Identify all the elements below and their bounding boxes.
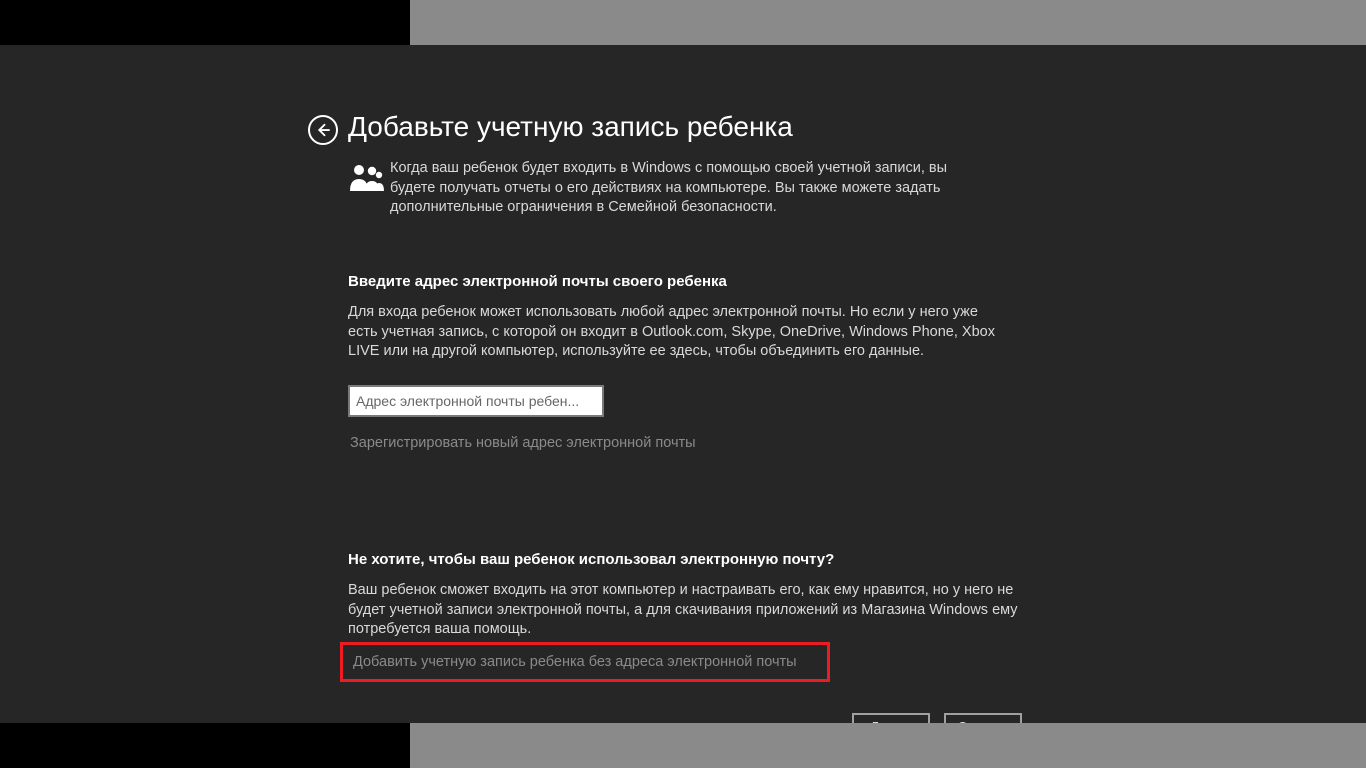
email-section-text: Для входа ребенок может использовать люб… [348,303,998,362]
settings-panel: Добавьте учетную запись ребенка Когда ва… [0,45,1366,723]
top-bar-left [0,0,410,45]
email-section-heading: Введите адрес электронной почты своего р… [348,273,727,290]
top-bar [0,0,1366,45]
arrow-left-icon [314,121,332,139]
no-email-section-text: Ваш ребенок сможет входить на этот компь… [348,581,1028,640]
register-new-email-link[interactable]: Зарегистрировать новый адрес электронной… [350,435,696,451]
add-child-without-email-label: Добавить учетную запись ребенка без адре… [353,654,797,670]
back-button[interactable] [308,115,338,145]
top-bar-right [410,0,1366,45]
intro-text: Когда ваш ребенок будет входить в Window… [390,159,990,218]
no-email-section-heading: Не хотите, чтобы ваш ребенок использовал… [348,551,834,568]
add-child-without-email-link[interactable]: Добавить учетную запись ребенка без адре… [340,642,830,682]
child-email-input[interactable] [348,385,604,417]
bottom-right-grey [410,723,1366,768]
family-icon [348,161,384,193]
bottom-left-black [0,723,410,768]
page-title: Добавьте учетную запись ребенка [348,111,793,143]
